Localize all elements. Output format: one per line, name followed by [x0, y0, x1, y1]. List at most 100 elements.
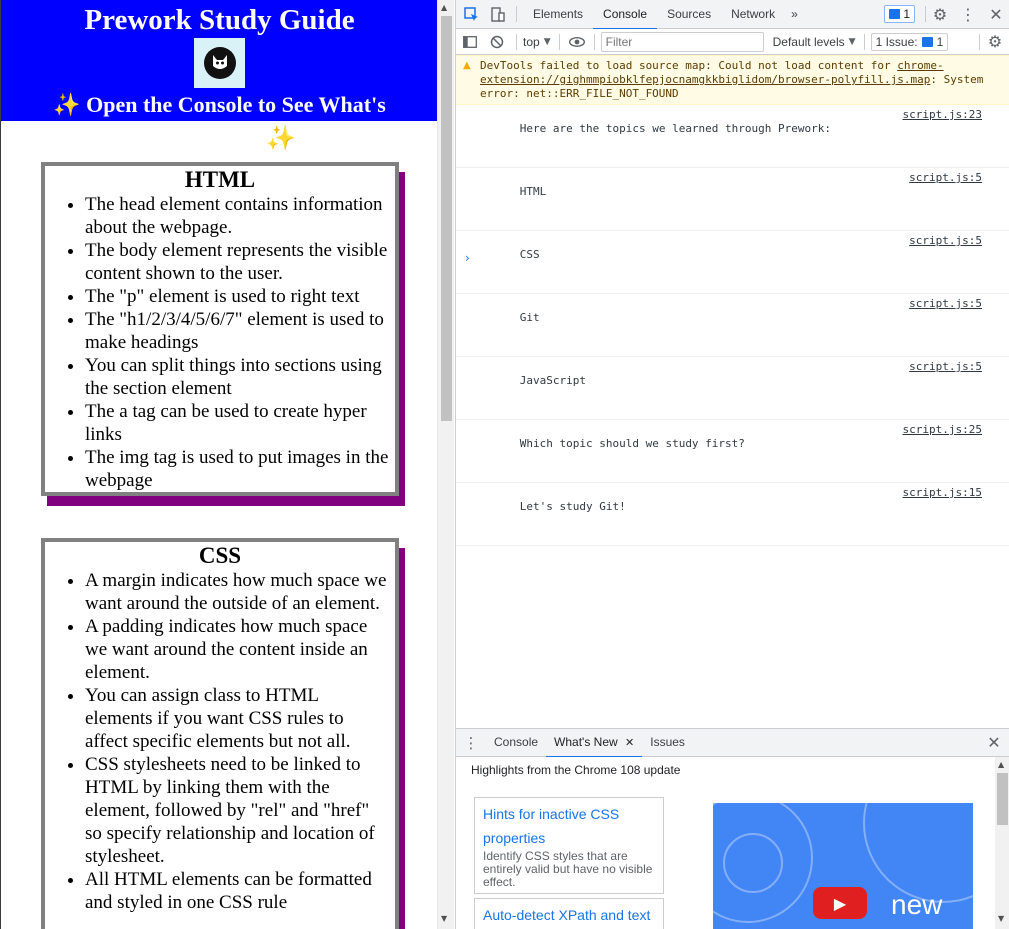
message-text: HTML: [519, 185, 547, 198]
console-prompt[interactable]: ›: [465, 251, 470, 265]
whats-new-panel: Highlights from the Chrome 108 update Hi…: [456, 757, 1009, 929]
html-card: HTML The head element contains informati…: [41, 162, 399, 496]
close-drawer-icon[interactable]: ✕: [978, 728, 1009, 757]
list-item: The "h1/2/3/4/5/6/7" element is used to …: [85, 308, 389, 354]
play-icon[interactable]: ▶: [813, 887, 867, 919]
close-tab-icon[interactable]: ✕: [625, 736, 634, 749]
css-card: CSS A margin indicates how much space we…: [41, 538, 399, 929]
source-link[interactable]: script.js:15: [903, 486, 982, 500]
drawer-tab-console[interactable]: Console: [486, 728, 546, 757]
inspect-element-icon[interactable]: [456, 0, 486, 29]
warning-text: DevTools failed to load source map: Coul…: [480, 59, 898, 72]
eye-icon[interactable]: [566, 29, 588, 55]
device-toolbar-icon[interactable]: [486, 0, 510, 29]
context-selector[interactable]: top: [523, 35, 540, 49]
card-list: A margin indicates how much space we wan…: [45, 569, 395, 914]
drawer-tabbar: ⋮ Console What's New ✕ Issues ✕: [456, 728, 1009, 758]
video-thumbnail[interactable]: ▶ new: [713, 803, 973, 929]
tab-network[interactable]: Network: [721, 0, 785, 29]
issues-label: 1 Issue:: [875, 34, 918, 49]
list-item: The body element represents the visible …: [85, 239, 389, 285]
feature-title[interactable]: Hints for inactive CSS properties: [483, 802, 655, 850]
more-options-icon[interactable]: ⋮: [954, 0, 982, 29]
message-text: Let's study Git!: [519, 500, 626, 513]
console-message: Git script.js:5: [456, 294, 1009, 357]
scroll-up-icon[interactable]: ▲: [441, 3, 447, 12]
list-item: The head element contains information ab…: [85, 193, 389, 239]
list-item: The a tag can be used to create hyper li…: [85, 400, 389, 446]
console-message: Here are the topics we learned through P…: [456, 105, 1009, 168]
drawer-tab-issues[interactable]: Issues: [642, 728, 693, 757]
tab-console[interactable]: Console: [593, 0, 658, 30]
gear-icon[interactable]: ⚙: [926, 0, 954, 29]
sidebar-toggle-icon[interactable]: [456, 29, 484, 55]
list-item: A margin indicates how much space we wan…: [85, 569, 389, 615]
console-message: HTML script.js:5: [456, 168, 1009, 231]
console-message: CSS script.js:5: [456, 231, 1009, 294]
card-list: The head element contains information ab…: [45, 193, 395, 492]
page-title: Prework Study Guide: [84, 4, 355, 36]
source-link[interactable]: script.js:25: [903, 423, 982, 437]
log-levels-dropdown[interactable]: Default levels: [773, 35, 845, 49]
tab-sources[interactable]: Sources: [657, 0, 721, 29]
console-settings-icon[interactable]: ⚙: [980, 29, 1009, 55]
source-link[interactable]: script.js:5: [909, 360, 982, 374]
list-item: The img tag is used to put images in the…: [85, 446, 389, 492]
list-item: You can split things into sections using…: [85, 354, 389, 400]
card-heading: HTML: [184, 167, 256, 192]
message-text: Here are the topics we learned through P…: [519, 122, 832, 135]
console-message: Let's study Git! script.js:15: [456, 483, 1009, 546]
feature-title[interactable]: Auto-detect XPath and text: [483, 903, 655, 927]
close-icon[interactable]: ✕: [982, 0, 1009, 29]
drawer-menu-icon[interactable]: ⋮: [456, 728, 486, 757]
tab-elements[interactable]: Elements: [523, 0, 593, 29]
devtools-panel: Elements Console Sources Network » 1 ⚙ ⋮…: [455, 0, 1009, 929]
list-item: The "p" element is used to right text: [85, 285, 389, 308]
message-text: Git: [519, 311, 540, 324]
feature-description: Identify CSS styles that are entirely va…: [483, 849, 653, 889]
study-guide-page: Prework Study Guide ✨ Open the Console t…: [0, 0, 438, 929]
scroll-down-icon[interactable]: ▼: [441, 914, 447, 923]
list-item: CSS stylesheets need to be linked to HTM…: [85, 753, 389, 868]
console-output: ▲ DevTools failed to load source map: Co…: [456, 55, 1009, 728]
console-hint: ✨ Open the Console to See What's: [1, 92, 438, 118]
chevron-down-icon[interactable]: ▼: [544, 37, 551, 47]
drawer-tab-label: What's New: [554, 735, 618, 749]
chevron-down-icon[interactable]: ▼: [849, 37, 856, 47]
message-text: CSS: [519, 248, 540, 261]
source-link[interactable]: script.js:5: [909, 171, 982, 185]
scrollbar-thumb[interactable]: [441, 16, 452, 421]
scrollbar-thumb[interactable]: [997, 773, 1008, 825]
issue-icon: [921, 36, 933, 47]
video-label: new: [891, 889, 943, 920]
console-hint-text: Open the Console to See What's: [86, 92, 386, 117]
list-item: You can assign class to HTML elements if…: [85, 684, 389, 753]
console-toolbar: top ▼ Default levels ▼ 1 Issue: 1 ⚙: [456, 29, 1009, 55]
scroll-down-icon[interactable]: ▼: [998, 914, 1004, 923]
issues-count: 1: [936, 34, 944, 49]
feature-card[interactable]: Auto-detect XPath and text: [474, 898, 664, 929]
card-heading: CSS: [198, 543, 242, 568]
logo-image: [194, 38, 245, 88]
source-link[interactable]: script.js:5: [909, 297, 982, 311]
messages-badge[interactable]: 1: [884, 5, 915, 23]
message-text: Which topic should we study first?: [519, 437, 745, 450]
list-item: All HTML elements can be formatted and s…: [85, 868, 389, 914]
page-scrollbar[interactable]: ▲ ▼: [437, 0, 454, 929]
drawer-tab-whats-new[interactable]: What's New ✕: [546, 728, 643, 758]
console-message: Which topic should we study first? scrip…: [456, 420, 1009, 483]
issues-button[interactable]: 1 Issue: 1: [870, 32, 949, 51]
clear-console-icon[interactable]: [484, 29, 510, 55]
message-text: JavaScript: [519, 374, 586, 387]
more-tabs-button[interactable]: »: [785, 0, 804, 29]
drawer-scrollbar[interactable]: ▲ ▼: [995, 757, 1009, 929]
scroll-up-icon[interactable]: ▲: [998, 760, 1004, 769]
filter-input[interactable]: [600, 31, 764, 52]
console-warning: ▲ DevTools failed to load source map: Co…: [456, 55, 1009, 105]
console-message: JavaScript script.js:5: [456, 357, 1009, 420]
devtools-tabbar: Elements Console Sources Network » 1 ⚙ ⋮…: [456, 0, 1009, 30]
source-link[interactable]: script.js:23: [903, 108, 982, 122]
sparkles-icon: ✨: [53, 93, 81, 118]
source-link[interactable]: script.js:5: [909, 234, 982, 248]
feature-card[interactable]: Hints for inactive CSS properties Identi…: [474, 797, 664, 894]
